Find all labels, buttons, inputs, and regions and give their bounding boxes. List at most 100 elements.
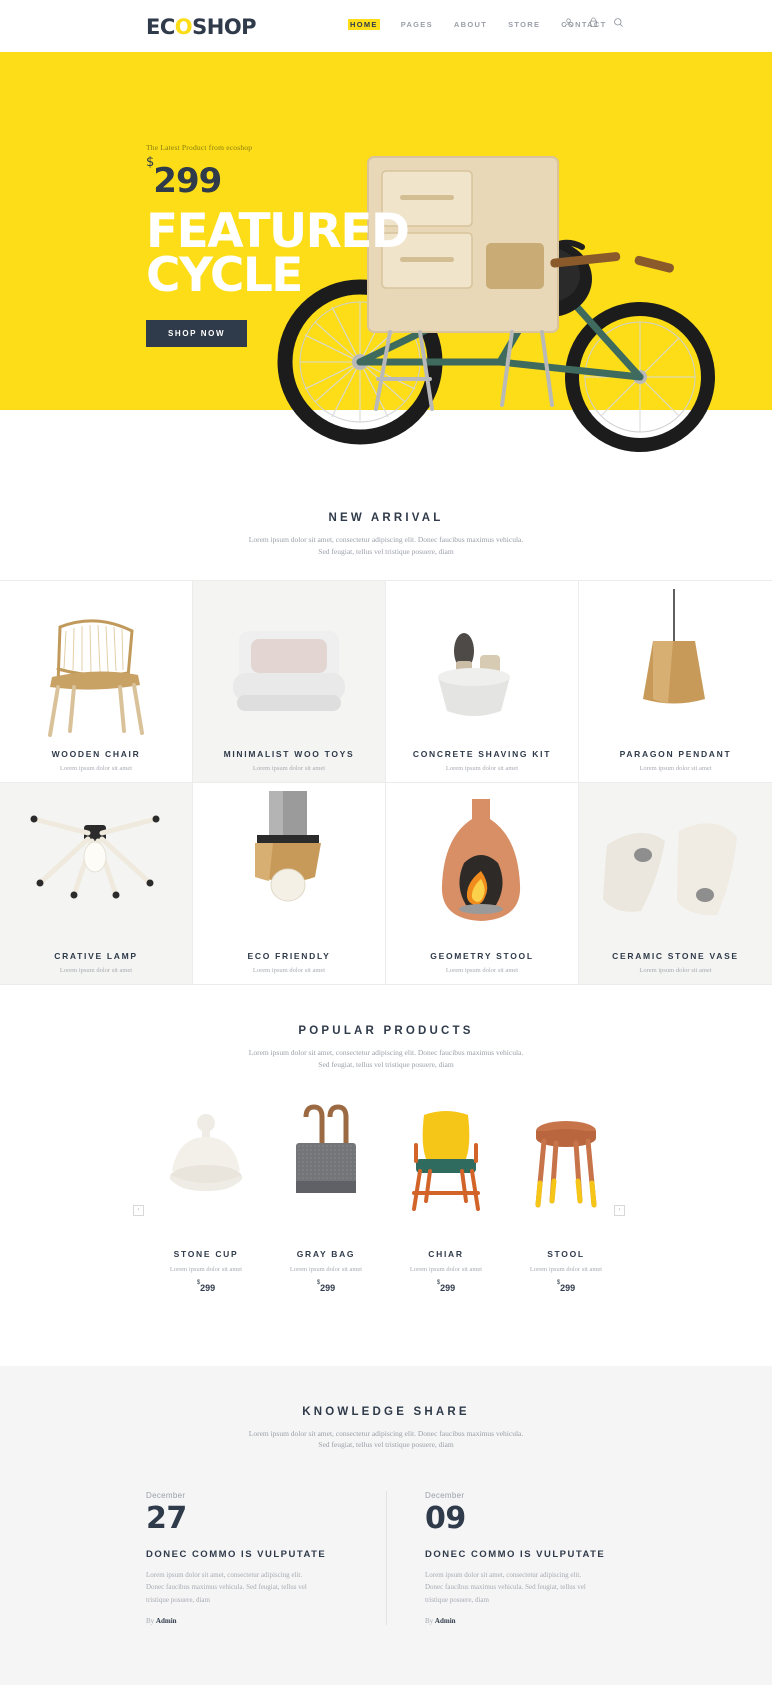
popular-product-desc: Lorem ipsum dolor sit amet [529,1265,603,1273]
product-card-crative-lamp[interactable]: CRATIVE LAMP Lorem ipsum dolor sit amet [0,783,193,986]
hero-currency: $ [146,154,154,170]
knowledge-share-section: KNOWLEDGE SHARE Lorem ipsum dolor sit am… [0,1365,772,1685]
chiminea-image [441,799,521,922]
search-icon[interactable] [613,17,624,28]
post-excerpt: Lorem ipsum dolor sit amet, consectetur … [425,1570,586,1604]
post-excerpt: Lorem ipsum dolor sit amet, consectetur … [146,1570,307,1604]
post-author: By Admin [425,1617,626,1625]
post-month: December [425,1490,465,1500]
price-currency: $ [196,1279,201,1286]
popular-products-title: POPULAR PRODUCTS [298,1025,474,1038]
knowledge-sub-line-2: Sed feugiat, tellus vel tristique posuer… [318,1440,454,1450]
price-value: 299 [200,1282,216,1293]
popular-sub-line-2: Sed feugiat, tellus vel tristique posuer… [318,1059,454,1069]
popular-product-desc: Lorem ipsum dolor sit amet [409,1265,483,1273]
hero-price-value: 299 [153,161,222,201]
yellow-chair-image [386,1101,506,1221]
new-arrival-title: NEW ARRIVAL [328,512,444,524]
blog-post[interactable]: December 27 DONEC COMMO IS VULPUTATE Lor… [146,1491,386,1625]
new-arrival-sub-line-2: Sed feugiat, tellus vel tristique posuer… [318,546,454,556]
price-currency: $ [316,1279,321,1286]
price-currency: $ [556,1279,561,1286]
pendant-lamp-image [643,589,705,704]
header-icons [563,17,624,28]
eco-lamp-image [255,791,321,902]
new-arrival-subtitle: Lorem ipsum dolor sit amet, consectetur … [0,534,772,557]
blog-post-list: December 27 DONEC COMMO IS VULPUTATE Lor… [0,1490,772,1625]
product-card-ceramic-stone-vase[interactable]: CERAMIC STONE VASE Lorem ipsum dolor sit… [579,783,772,986]
popular-card-gray-bag[interactable]: GRAY BAG Lorem ipsum dolor sit amet $299 [266,1101,386,1293]
product-name: WOODEN CHAIR [51,749,141,760]
popular-product-price: $299 [506,1279,626,1293]
post-author-name: Admin [155,1616,177,1625]
hero-banner: The Latest Product from ecoshop $299 FEA… [0,52,772,452]
product-name: CERAMIC STONE VASE [612,951,739,962]
product-card-geometry-stool[interactable]: GEOMETRY STOOL Lorem ipsum dolor sit ame… [386,783,579,986]
stool-image [506,1101,626,1221]
gray-bag-image [266,1101,386,1221]
popular-products-carousel: ‹ › STONE CUP Lorem ipsum dolor sit amet… [0,1101,772,1316]
nav-item-pages[interactable]: PAGES [401,20,433,29]
nav-item-store[interactable]: STORE [508,20,540,29]
price-value: 299 [320,1282,336,1293]
product-card-minimalist-woo-toys[interactable]: MINIMALIST WOO TOYS Lorem ipsum dolor si… [193,581,386,784]
popular-product-name: STOOL [547,1248,585,1259]
product-desc: Lorem ipsum dolor sit amet [252,967,326,975]
product-desc: Lorem ipsum dolor sit amet [639,967,712,975]
popular-product-price: $299 [146,1279,266,1293]
post-author-name: Admin [434,1616,456,1625]
popular-product-name: STONE CUP [173,1248,239,1259]
new-arrival-sub-line-1: Lorem ipsum dolor sit amet, consectetur … [248,535,524,544]
popular-products-section: POPULAR PRODUCTS Lorem ipsum dolor sit a… [0,985,772,1365]
product-name: PARAGON PENDANT [619,749,732,760]
popular-product-price: $299 [386,1279,506,1293]
product-name: MINIMALIST WOO TOYS [223,749,355,760]
knowledge-sub-line-1: Lorem ipsum dolor sit amet, consectetur … [248,1428,524,1438]
new-arrival-header: NEW ARRIVAL Lorem ipsum dolor sit amet, … [0,472,772,557]
carousel-prev-button[interactable]: ‹ [133,1204,144,1216]
hero-copy: The Latest Product from ecoshop $299 FEA… [146,60,410,348]
new-arrival-grid: WOODEN CHAIR Lorem ipsum dolor sit amet … [0,580,772,986]
hero-title-line-2: CYCLE [146,248,303,304]
nav-item-about[interactable]: ABOUT [454,20,487,29]
price-currency: $ [436,1279,441,1286]
product-desc: Lorem ipsum dolor sit amet [639,765,712,773]
page-root: ECOSHOP HOME PAGES ABOUT STORE CONTACT T… [0,0,772,1685]
site-logo[interactable]: ECOSHOP [146,15,257,39]
carousel-track: STONE CUP Lorem ipsum dolor sit amet $29… [146,1101,626,1293]
product-desc: Lorem ipsum dolor sit amet [445,765,519,773]
hero-price: $299 [146,156,408,201]
stone-cup-image [146,1101,266,1221]
shaving-kit-image [438,633,510,717]
product-card-paragon-pendant[interactable]: PARAGON PENDANT Lorem ipsum dolor sit am… [579,581,772,784]
post-day: 09 [425,1500,466,1536]
knowledge-share-title: KNOWLEDGE SHARE [302,1405,470,1418]
product-card-concrete-shaving-kit[interactable]: CONCRETE SHAVING KIT Lorem ipsum dolor s… [386,581,579,784]
popular-product-desc: Lorem ipsum dolor sit amet [169,1265,243,1273]
popular-product-desc: Lorem ipsum dolor sit amet [289,1265,363,1273]
shop-now-button[interactable]: SHOP NOW [146,320,248,348]
post-title[interactable]: DONEC COMMO IS VULPUTATE [425,1549,626,1560]
post-author-prefix: By [146,1616,155,1625]
blog-post[interactable]: December 09 DONEC COMMO IS VULPUTATE Lor… [386,1490,626,1625]
ceramic-vase-image [603,823,737,916]
post-author-prefix: By [425,1616,434,1625]
product-desc: Lorem ipsum dolor sit amet [252,765,326,773]
product-name: CONCRETE SHAVING KIT [412,749,552,760]
wooden-chair-image [48,619,144,738]
popular-card-chiar[interactable]: CHIAR Lorem ipsum dolor sit amet $299 [386,1101,506,1293]
nav-item-home[interactable]: HOME [348,19,380,30]
logo-text-after: SHOP [192,15,257,39]
user-icon[interactable] [563,17,574,28]
logo-text-accent: O [174,15,193,39]
cart-icon[interactable] [588,17,599,28]
product-card-wooden-chair[interactable]: WOODEN CHAIR Lorem ipsum dolor sit amet [0,581,193,784]
popular-sub-line-1: Lorem ipsum dolor sit amet, consectetur … [248,1048,524,1058]
post-author: By Admin [146,1617,358,1625]
popular-card-stool[interactable]: STOOL Lorem ipsum dolor sit amet $299 [506,1101,626,1293]
product-card-eco-friendly[interactable]: ECO FRIENDLY Lorem ipsum dolor sit amet [193,783,386,986]
logo-text-before: EC [146,15,175,39]
popular-card-stone-cup[interactable]: STONE CUP Lorem ipsum dolor sit amet $29… [146,1101,266,1293]
post-title[interactable]: DONEC COMMO IS VULPUTATE [146,1549,358,1560]
price-value: 299 [440,1282,456,1293]
